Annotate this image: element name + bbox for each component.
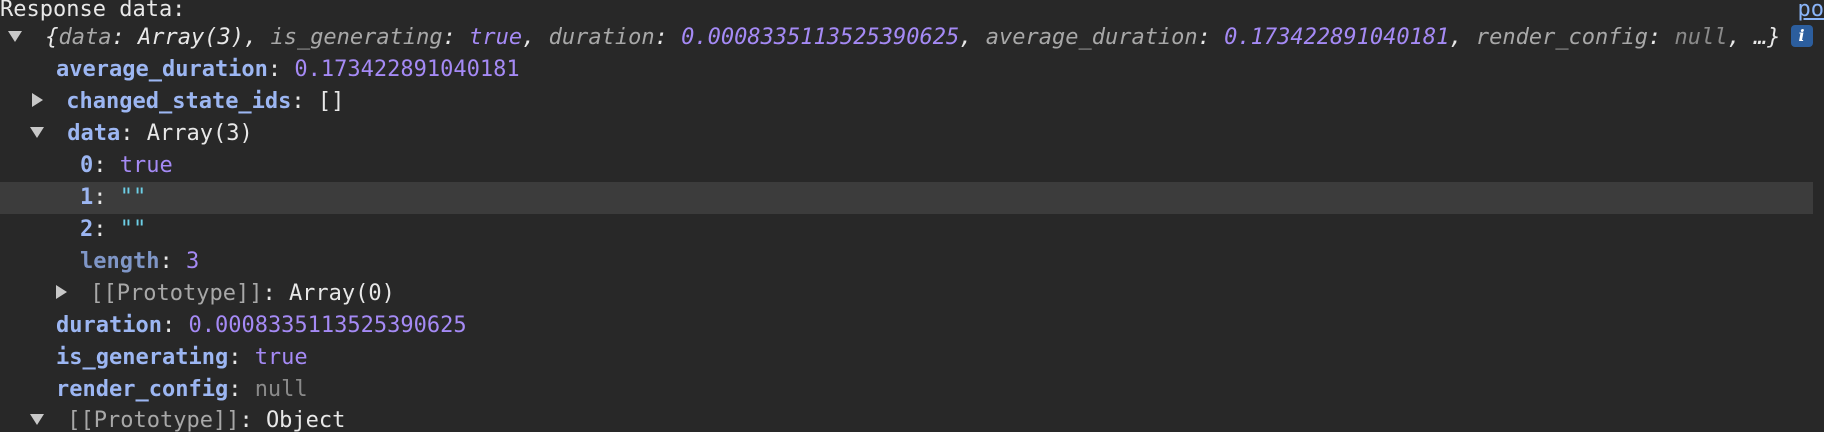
value-object-prototype: Object: [265, 408, 346, 432]
summary-value-render-config: null: [1674, 25, 1728, 50]
header-title: Response data:: [0, 0, 186, 22]
row-average-duration: average_duration: 0.173422891040181: [56, 57, 520, 82]
key-data: data: [67, 121, 121, 146]
value-duration: 0.0008335113525390625: [188, 313, 467, 338]
value-data-1: "": [119, 185, 147, 210]
summary-open-brace: {: [45, 25, 59, 50]
value-data-2: "": [119, 217, 147, 242]
value-average-duration: 0.173422891040181: [294, 57, 520, 82]
value-array-prototype: Array(0): [288, 281, 395, 306]
row-object-prototype[interactable]: [[Prototype]]: Object: [30, 405, 345, 432]
key-duration: duration: [56, 313, 162, 338]
row-is-generating: is_generating: true: [56, 345, 308, 370]
row-duration: duration: 0.0008335113525390625: [56, 313, 467, 338]
value-changed-state-ids: []: [317, 89, 345, 114]
key-average-duration: average_duration: [56, 57, 268, 82]
expand-triangle-icon[interactable]: [8, 30, 22, 42]
collapse-triangle-icon[interactable]: [32, 93, 43, 107]
value-render-config: null: [254, 377, 308, 402]
value-data: Array(3): [146, 121, 253, 146]
row-data[interactable]: data: Array(3): [30, 118, 253, 150]
key-data-length: length: [80, 249, 160, 274]
row-changed-state-ids[interactable]: changed_state_ids: []: [32, 86, 344, 118]
summary-value-is-generating: true: [469, 25, 523, 50]
value-data-0: true: [119, 153, 173, 178]
summary-value-average-duration: 0.173422891040181: [1224, 25, 1450, 50]
key-object-prototype: [[Prototype]]: [67, 408, 240, 432]
expand-triangle-icon[interactable]: [30, 413, 44, 425]
summary-key-duration: duration: [548, 25, 655, 50]
row-data-1[interactable]: 1: "": [0, 182, 1813, 214]
key-render-config: render_config: [56, 377, 229, 402]
summary-key-is-generating: is_generating: [270, 25, 443, 50]
key-data-0: 0: [80, 153, 94, 178]
key-data-2: 2: [80, 217, 94, 242]
key-array-prototype: [[Prototype]]: [90, 281, 263, 306]
value-data-length: 3: [185, 249, 200, 274]
row-data-length: length: 3: [80, 249, 200, 274]
key-is-generating: is_generating: [56, 345, 229, 370]
summary-value-data: Array(3): [137, 25, 244, 50]
info-icon[interactable]: i: [1790, 25, 1813, 47]
row-render-config: render_config: null: [56, 377, 308, 402]
row-data-2: 2: "": [80, 217, 147, 242]
collapse-triangle-icon[interactable]: [56, 285, 67, 299]
key-data-1: 1: [80, 185, 94, 210]
summary-value-duration: 0.0008335113525390625: [681, 25, 960, 50]
expand-triangle-icon[interactable]: [30, 126, 44, 138]
key-changed-state-ids: changed_state_ids: [66, 89, 292, 114]
object-summary-row[interactable]: {data: Array(3), is_generating: true, du…: [8, 22, 1813, 54]
summary-key-data: data: [58, 25, 112, 50]
summary-key-render-config: render_config: [1475, 25, 1649, 50]
row-data-0: 0: true: [80, 153, 173, 178]
summary-key-average-duration: average_duration: [985, 25, 1198, 50]
value-is-generating: true: [254, 345, 308, 370]
row-array-prototype[interactable]: [[Prototype]]: Array(0): [56, 278, 395, 310]
summary-ellipsis: …}: [1754, 25, 1781, 50]
